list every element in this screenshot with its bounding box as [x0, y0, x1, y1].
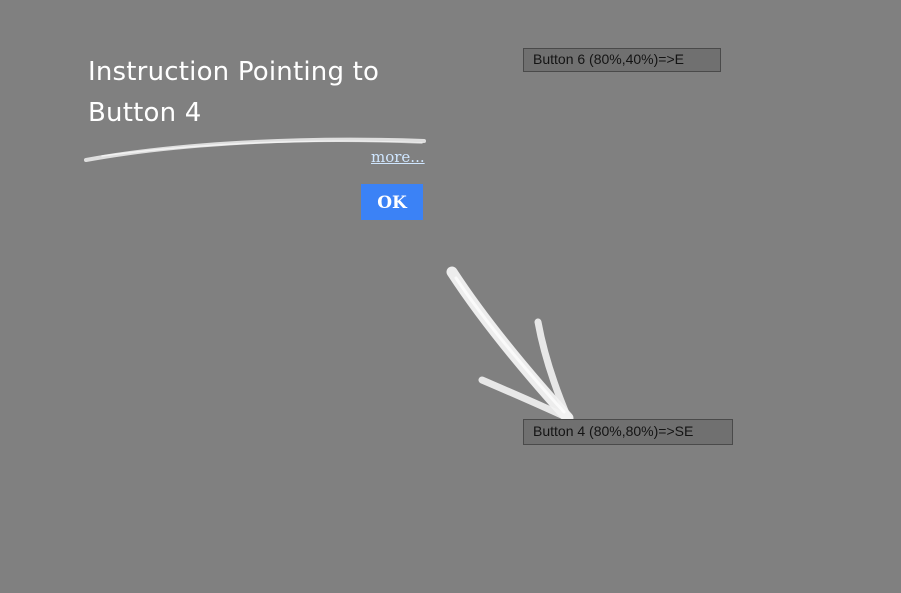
ok-button[interactable]: OK	[361, 184, 423, 220]
more-link[interactable]: more...	[371, 148, 425, 166]
arrow-pointer-icon	[446, 266, 574, 424]
button-4[interactable]: Button 4 (80%,80%)=>SE	[523, 419, 733, 445]
instruction-text: Instruction Pointing to Button 4	[88, 57, 380, 128]
button-6[interactable]: Button 6 (80%,40%)=>E	[523, 48, 721, 72]
